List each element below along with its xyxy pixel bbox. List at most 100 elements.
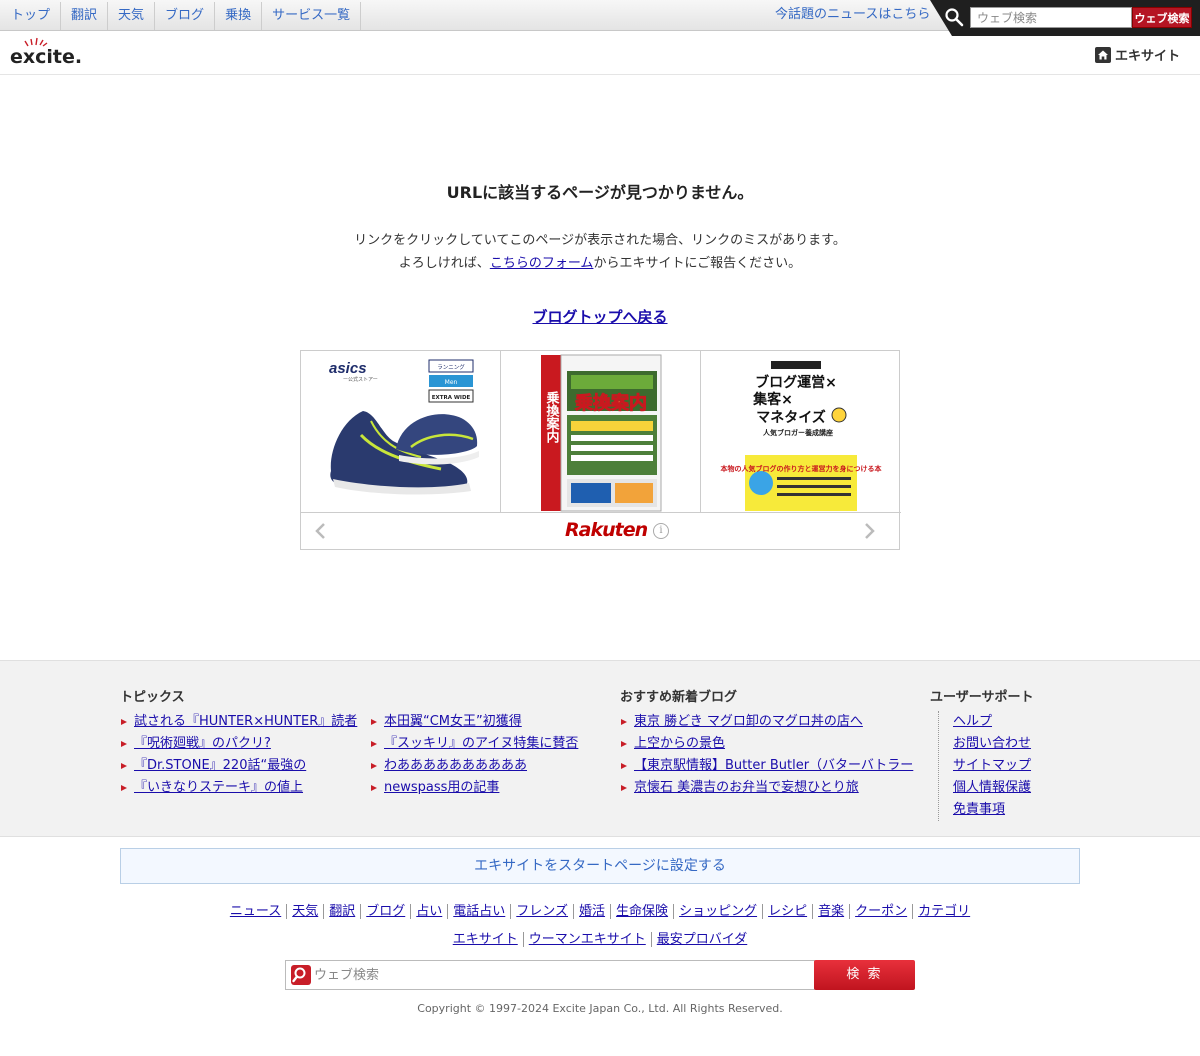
home-icon — [1094, 46, 1111, 63]
service-link-news[interactable]: ニュース — [224, 904, 288, 919]
ad-product-shoes[interactable]: asics ー公式ストアー ランニング Men EXTRA WIDE — [301, 351, 501, 513]
nav-item-blog[interactable]: ブログ — [155, 2, 216, 30]
service-link-shopping[interactable]: ショッピング — [674, 904, 764, 919]
list-item: 『呪術廻戦』のパクリ? — [120, 733, 370, 755]
rakuten-logo[interactable]: Rakuten — [565, 519, 648, 541]
tag-extra-wide: EXTRA WIDE — [432, 395, 471, 401]
service-link-coupon[interactable]: クーポン — [850, 904, 914, 919]
search-icon[interactable] — [944, 7, 964, 27]
blogs-column: おすすめ新着ブログ 東京 勝どき マグロ卸のマグロ丼の店へ 上空からの景色 【東… — [620, 686, 913, 799]
set-start-page-button[interactable]: エキサイトをスタートページに設定する — [120, 848, 1080, 884]
service-link-category[interactable]: カテゴリ — [913, 904, 975, 919]
blogs-heading: おすすめ新着ブログ — [620, 690, 738, 705]
top-search-input[interactable] — [970, 7, 1132, 28]
blog-link[interactable]: 上空からの景色 — [634, 736, 725, 751]
service-links-row2: エキサイト ウーマンエキサイト 最安プロバイダ — [0, 928, 1200, 947]
home-link-label: エキサイト — [1114, 49, 1180, 64]
service-link-insurance[interactable]: 生命保険 — [611, 904, 675, 919]
logo-text: excite. — [10, 46, 83, 68]
top-search-button[interactable]: ウェブ検索 — [1132, 7, 1192, 28]
nav-item-services[interactable]: サービス一覧 — [262, 2, 362, 30]
topic-link[interactable]: 『呪術廻戦』のパクリ? — [134, 736, 271, 751]
support-link-help[interactable]: ヘルプ — [953, 714, 992, 729]
blog-link[interactable]: 東京 勝どき マグロ卸のマグロ丼の店へ — [634, 714, 863, 729]
blog-link[interactable]: 京懐石 美濃吉のお弁当で妄想ひとり旅 — [634, 780, 859, 795]
nav-item-top[interactable]: トップ — [0, 2, 62, 30]
service-link-marriage[interactable]: 婚活 — [574, 904, 612, 919]
book-title-line2: 集客× — [752, 391, 793, 408]
blog-book-image: ブログ運営× 集客× マネタイズ 人気ブロガー養成講座 本物の人気ブログの作り方… — [720, 361, 882, 511]
info-icon[interactable]: i — [653, 523, 669, 539]
desc-pre: よろしければ、 — [398, 256, 490, 271]
asics-brand-text: asics — [329, 360, 367, 377]
book-title-line1: ブログ運営× — [755, 374, 837, 391]
book-title-line3: マネタイズ — [756, 409, 826, 426]
topic-link[interactable]: 『スッキリ』のアイヌ特集に賛否 — [384, 736, 578, 751]
excite-home-link[interactable]: エキサイト — [1094, 45, 1180, 64]
transit-software-image: 乗換案内 乗換案内 — [541, 354, 662, 512]
shoe-product-image: asics ー公式ストアー ランニング Men EXTRA WIDE — [329, 359, 479, 495]
blog-link[interactable]: 【東京駅情報】Butter Butler（バターバトラー — [634, 758, 913, 773]
ad-product-transit-software[interactable]: 乗換案内 乗換案内 — [501, 351, 701, 513]
topic-link[interactable]: newspass用の記事 — [384, 780, 499, 795]
list-item: 【東京駅情報】Butter Butler（バターバトラー — [620, 755, 913, 777]
support-link-privacy[interactable]: 個人情報保護 — [953, 780, 1031, 795]
service-link-fortune[interactable]: 占い — [411, 904, 449, 919]
service-link-weather[interactable]: 天気 — [287, 904, 325, 919]
list-item: 『スッキリ』のアイヌ特集に賛否 — [370, 733, 578, 755]
list-item: ヘルプ — [939, 711, 1033, 733]
footer-links-area: トピックス 試される『HUNTER×HUNTER』読者 『呪術廻戦』のパクリ? … — [0, 660, 1200, 837]
rakuten-ad-widget: asics ー公式ストアー ランニング Men EXTRA WIDE 乗換案内 … — [300, 350, 901, 550]
service-link-provider[interactable]: 最安プロバイダ — [652, 932, 752, 947]
topic-link[interactable]: 『Dr.STONE』220話“最強の — [134, 758, 306, 773]
back-to-blog-top: ブログトップへ戻る — [0, 306, 1200, 327]
topics-heading: トピックス — [120, 690, 185, 705]
report-form-link[interactable]: こちらのフォーム — [490, 256, 594, 271]
list-item: 試される『HUNTER×HUNTER』読者 — [120, 711, 370, 733]
excite-logo[interactable]: excite. — [10, 37, 90, 69]
ad-product-blog-book[interactable]: ブログ運営× 集客× マネタイズ 人気ブロガー養成講座 本物の人気ブログの作り方… — [701, 351, 901, 513]
service-link-translate[interactable]: 翻訳 — [324, 904, 362, 919]
topic-link[interactable]: 試される『HUNTER×HUNTER』読者 — [134, 714, 357, 729]
list-item: 『いきなりステーキ』の値上 — [120, 777, 370, 799]
list-item: サイトマップ — [939, 755, 1033, 777]
box-side-title: 乗換案内 — [544, 390, 561, 444]
search-icon — [291, 965, 311, 985]
nav-item-transit[interactable]: 乗換 — [215, 2, 263, 30]
back-to-blog-top-link[interactable]: ブログトップへ戻る — [532, 308, 667, 326]
list-item: 本田翼“CM女王”初獲得 — [370, 711, 578, 733]
service-link-blog[interactable]: ブログ — [361, 904, 412, 919]
nav-item-weather[interactable]: 天気 — [108, 2, 156, 30]
ad-footer: Rakuten i — [301, 513, 899, 549]
support-link-sitemap[interactable]: サイトマップ — [953, 758, 1031, 773]
service-link-music[interactable]: 音楽 — [813, 904, 851, 919]
error-title: URLに該当するページが見つかりません。 — [446, 183, 754, 202]
topic-link[interactable]: 本田翼“CM女王”初獲得 — [384, 714, 522, 729]
asics-sub-text: ー公式ストアー — [343, 376, 378, 383]
support-link-contact[interactable]: お問い合わせ — [953, 736, 1031, 751]
support-link-disclaimer[interactable]: 免責事項 — [953, 802, 1005, 817]
topic-link[interactable]: わああああああああああ — [384, 758, 527, 773]
support-list: ヘルプ お問い合わせ サイトマップ 個人情報保護 免責事項 — [938, 711, 1033, 821]
trending-news-link[interactable]: 今話題のニュースはこちら — [775, 0, 930, 30]
site-header: excite. エキサイト — [0, 31, 1200, 75]
chevron-right-icon[interactable] — [861, 522, 877, 540]
desc-post: からエキサイトにご報告ください。 — [593, 256, 802, 271]
service-link-woman-excite[interactable]: ウーマンエキサイト — [523, 932, 652, 947]
blogs-list: 東京 勝どき マグロ卸のマグロ丼の店へ 上空からの景色 【東京駅情報】Butte… — [620, 711, 913, 799]
list-item: 上空からの景色 — [620, 733, 913, 755]
bottom-search-field — [285, 960, 815, 990]
topics-list-2: 本田翼“CM女王”初獲得 『スッキリ』のアイヌ特集に賛否 わああああああああああ… — [370, 711, 578, 799]
top-nav-bar: トップ 翻訳 天気 ブログ 乗換 サービス一覧 今話題のニュースはこちら ウェブ… — [0, 0, 1200, 36]
nav-item-translate[interactable]: 翻訳 — [61, 2, 109, 30]
topic-link[interactable]: 『いきなりステーキ』の値上 — [134, 780, 303, 795]
tag-running: ランニング — [437, 363, 465, 371]
service-link-recipe[interactable]: レシピ — [763, 904, 814, 919]
topics-column: トピックス 試される『HUNTER×HUNTER』読者 『呪術廻戦』のパクリ? … — [120, 686, 578, 799]
service-link-excite[interactable]: エキサイト — [447, 932, 524, 947]
bottom-search-input[interactable] — [314, 964, 809, 986]
service-link-phone-fortune[interactable]: 電話占い — [448, 904, 512, 919]
bottom-search-button[interactable]: 検 索 — [814, 960, 915, 990]
chevron-left-icon[interactable] — [313, 522, 329, 540]
service-link-friends[interactable]: フレンズ — [511, 904, 575, 919]
